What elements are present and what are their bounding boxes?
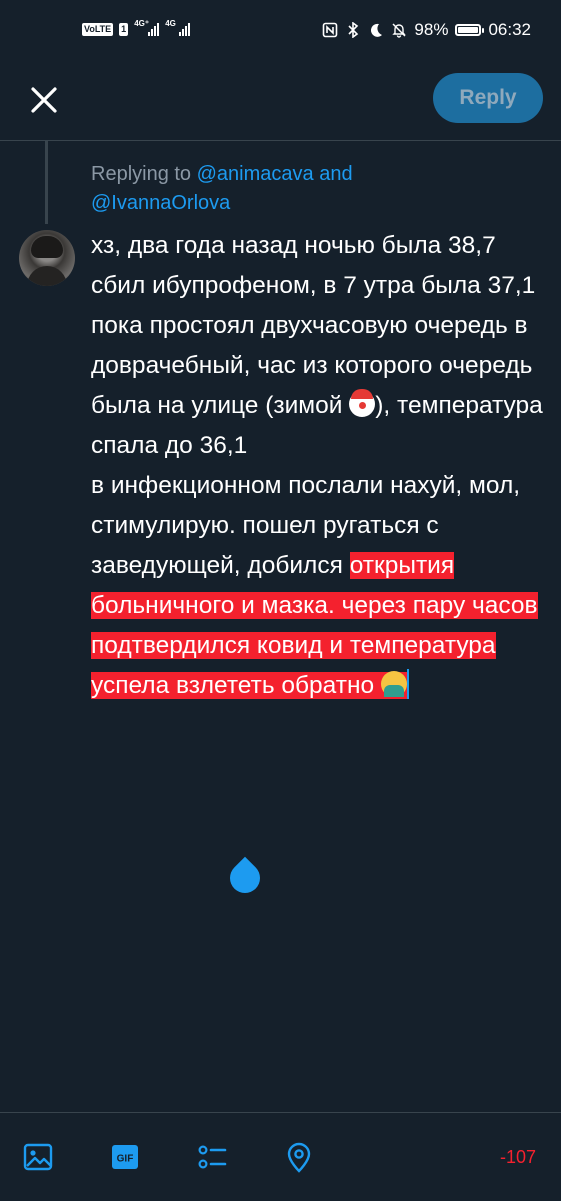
signal-1-icon: 4G⁺ bbox=[134, 19, 160, 36]
text-line-2: сбил ибупрофеном, в 7 утра была 37,1 bbox=[91, 272, 536, 299]
network-2-label: 4G bbox=[165, 19, 176, 28]
status-bar: VoLTE 1 4G⁺ 4G 98% 06:32 bbox=[0, 0, 561, 64]
poll-icon[interactable] bbox=[196, 1141, 228, 1173]
compose-toolbar: GIF -107 bbox=[0, 1112, 561, 1201]
shrug-emoji-icon bbox=[380, 671, 407, 697]
text-within-limit: в инфекционном послали нахуй, мол, стиму… bbox=[91, 472, 521, 579]
text-line-4: в инфекционном послали нахуй, мол, стиму… bbox=[91, 466, 551, 706]
text-cursor bbox=[406, 669, 409, 699]
replying-prefix: Replying to bbox=[91, 163, 197, 185]
cursor-drag-handle[interactable] bbox=[223, 856, 267, 900]
do-not-disturb-moon-icon bbox=[368, 22, 384, 38]
signal-2-icon: 4G bbox=[165, 19, 191, 36]
text-line-3: пока простоял двухчасовую очередь в довр… bbox=[91, 306, 551, 466]
reply-button[interactable]: Reply bbox=[433, 73, 543, 123]
status-right-group: 98% 06:32 bbox=[322, 20, 531, 40]
add-location-button[interactable] bbox=[283, 1141, 315, 1173]
battery-fill bbox=[458, 27, 479, 33]
add-image-button[interactable] bbox=[22, 1141, 54, 1173]
replying-to-context[interactable]: Replying to @animacava and @IvannaOrlova bbox=[91, 160, 511, 218]
bluetooth-icon bbox=[345, 22, 361, 38]
volte-badge: VoLTE bbox=[82, 22, 114, 36]
status-left-group: VoLTE 1 4G⁺ 4G bbox=[82, 19, 191, 36]
tweet-compose-textarea[interactable]: хз, два года назад ночью была 38,7 сбил … bbox=[91, 226, 551, 706]
clock: 06:32 bbox=[488, 20, 531, 39]
close-icon[interactable] bbox=[26, 82, 62, 118]
mention-animacava[interactable]: @animacava bbox=[197, 163, 314, 185]
battery-percent: 98% bbox=[414, 20, 449, 39]
nfc-icon bbox=[322, 22, 338, 38]
close-button[interactable] bbox=[26, 82, 62, 118]
gif-icon-label: GIF bbox=[117, 1154, 134, 1165]
mention-conjunction: and bbox=[313, 163, 353, 185]
muted-bell-icon bbox=[391, 22, 407, 38]
location-icon[interactable] bbox=[283, 1141, 315, 1173]
battery-icon bbox=[455, 24, 485, 36]
gif-icon[interactable]: GIF bbox=[109, 1141, 141, 1173]
character-counter: -107 bbox=[499, 1147, 536, 1167]
add-poll-button[interactable] bbox=[196, 1141, 228, 1173]
add-gif-button[interactable]: GIF bbox=[109, 1141, 141, 1173]
sim1-badge: 1 bbox=[119, 22, 129, 36]
text-line-1: хз, два года назад ночью была 38,7 bbox=[91, 232, 496, 259]
mention-ivannaorlova[interactable]: @IvannaOrlova bbox=[91, 192, 230, 214]
network-1-label: 4G⁺ bbox=[134, 19, 150, 28]
clown-emoji-icon bbox=[349, 389, 376, 417]
compose-header: Reply bbox=[0, 64, 561, 141]
image-icon[interactable] bbox=[22, 1141, 54, 1173]
thread-connector-line bbox=[45, 140, 48, 224]
user-avatar bbox=[19, 230, 75, 286]
